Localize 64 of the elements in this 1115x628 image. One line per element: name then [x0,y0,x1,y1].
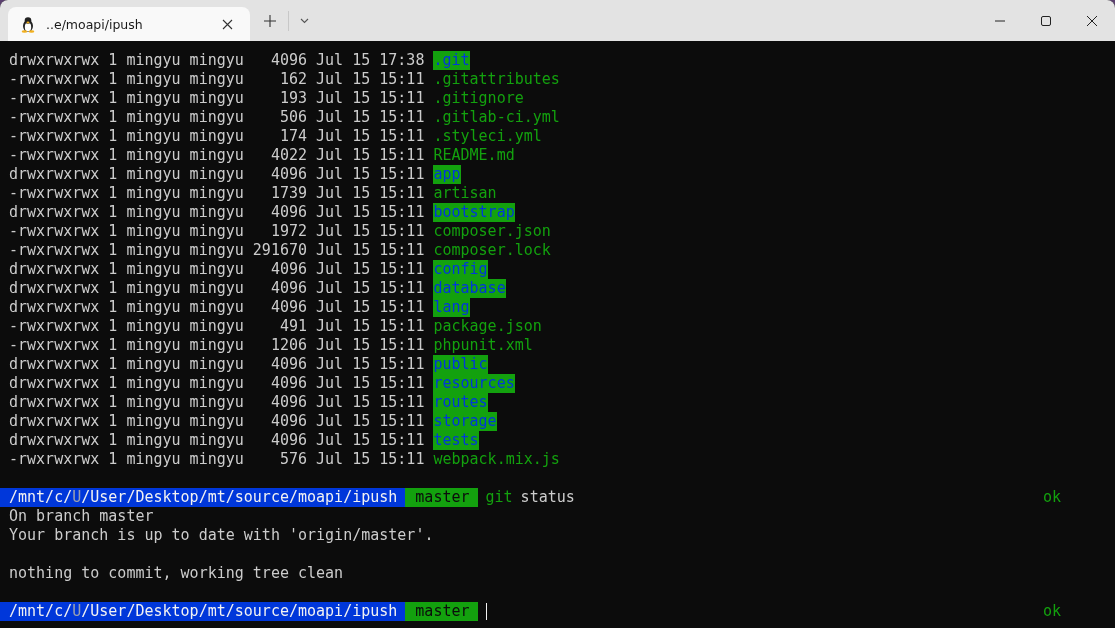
file-name: composer.lock [433,241,551,260]
directory-name: lang [433,298,470,317]
file-name: .styleci.yml [433,127,542,146]
directory-name: database [433,279,506,298]
file-name: composer.json [433,222,551,241]
file-details: -rwxrwxrwx 1 mingyu mingyu 1206 Jul 15 15:11 [9,336,425,355]
file-details: drwxrwxrwx 1 mingyu mingyu 4096 Jul 15 15:11 [9,279,425,298]
file-details: drwxrwxrwx 1 mingyu mingyu 4096 Jul 15 17:38 [9,51,425,70]
file-name: .gitignore [433,89,524,108]
file-name: .gitlab-ci.yml [433,108,560,127]
directory-name: tests [433,431,479,450]
file-name: phpunit.xml [433,336,533,355]
output-line: nothing to commit, working tree clean [9,564,344,583]
exit-status: ok [1042,602,1061,621]
file-name: webpack.mix.js [433,450,560,469]
file-details: drwxrwxrwx 1 mingyu mingyu 4096 Jul 15 15:11 [9,203,425,222]
exit-status: ok [1042,488,1061,507]
file-details: drwxrwxrwx 1 mingyu mingyu 4096 Jul 15 15:11 [9,355,425,374]
output-line: Your branch is up to date with 'origin/master'. [9,526,434,545]
directory-name: storage [433,412,497,431]
file-details: -rwxrwxrwx 1 mingyu mingyu 162 Jul 15 15:11 [9,70,425,89]
git-branch: master [405,602,478,621]
tab-title: ..e/moapi/ipush [46,16,144,32]
file-details: -rwxrwxrwx 1 mingyu mingyu 4022 Jul 15 15:11 [9,146,425,165]
file-details: -rwxrwxrwx 1 mingyu mingyu 1972 Jul 15 15:11 [9,222,425,241]
file-details: drwxrwxrwx 1 mingyu mingyu 4096 Jul 15 15:11 [9,260,425,279]
prompt-path: /mnt/c/U/User/Desktop/mt/source/moapi/ipush [0,488,406,507]
chevron-down-icon [299,17,309,24]
directory-name: .git [433,51,470,70]
file-details: drwxrwxrwx 1 mingyu mingyu 4096 Jul 15 15:11 [9,412,425,431]
directory-name: bootstrap [433,203,515,222]
file-name: artisan [433,184,497,203]
file-details: -rwxrwxrwx 1 mingyu mingyu 174 Jul 15 15:11 [9,127,425,146]
directory-name: resources [433,374,515,393]
penguin-icon [20,15,36,33]
close-icon [1087,15,1097,26]
plus-icon [264,14,276,27]
file-details: drwxrwxrwx 1 mingyu mingyu 4096 Jul 15 15:11 [9,393,425,412]
file-name: .gitattributes [433,70,560,89]
file-details: -rwxrwxrwx 1 mingyu mingyu 506 Jul 15 15:11 [9,108,425,127]
file-details: drwxrwxrwx 1 mingyu mingyu 4096 Jul 15 15:11 [9,374,425,393]
command: git [485,488,513,507]
directory-name: routes [433,393,488,412]
file-details: -rwxrwxrwx 1 mingyu mingyu 576 Jul 15 15:11 [9,450,425,469]
prompt-path: /mnt/c/U/User/Desktop/mt/source/moapi/ipush [0,602,406,621]
directory-name: config [433,260,488,279]
file-name: README.md [433,146,515,165]
maximize-icon [1041,15,1051,26]
close-icon [221,18,233,30]
terminal-tab[interactable]: ..e/moapi/ipush [8,7,250,41]
file-details: drwxrwxrwx 1 mingyu mingyu 4096 Jul 15 15:11 [9,431,425,450]
file-details: drwxrwxrwx 1 mingyu mingyu 4096 Jul 15 15:11 [9,165,425,184]
file-details: -rwxrwxrwx 1 mingyu mingyu 291670 Jul 15 15:11 [9,241,425,260]
file-name: package.json [433,317,542,336]
command-argument: status [520,488,575,507]
file-details: -rwxrwxrwx 1 mingyu mingyu 1739 Jul 15 15:11 [9,184,425,203]
minimize-icon [995,19,1005,22]
file-details: -rwxrwxrwx 1 mingyu mingyu 193 Jul 15 15:11 [9,89,425,108]
directory-name: public [433,355,488,374]
file-details: drwxrwxrwx 1 mingyu mingyu 4096 Jul 15 15:11 [9,298,425,317]
git-branch: master [405,488,478,507]
directory-name: app [433,165,461,184]
output-line: On branch master [9,507,154,526]
file-details: -rwxrwxrwx 1 mingyu mingyu 491 Jul 15 15:11 [9,317,425,336]
